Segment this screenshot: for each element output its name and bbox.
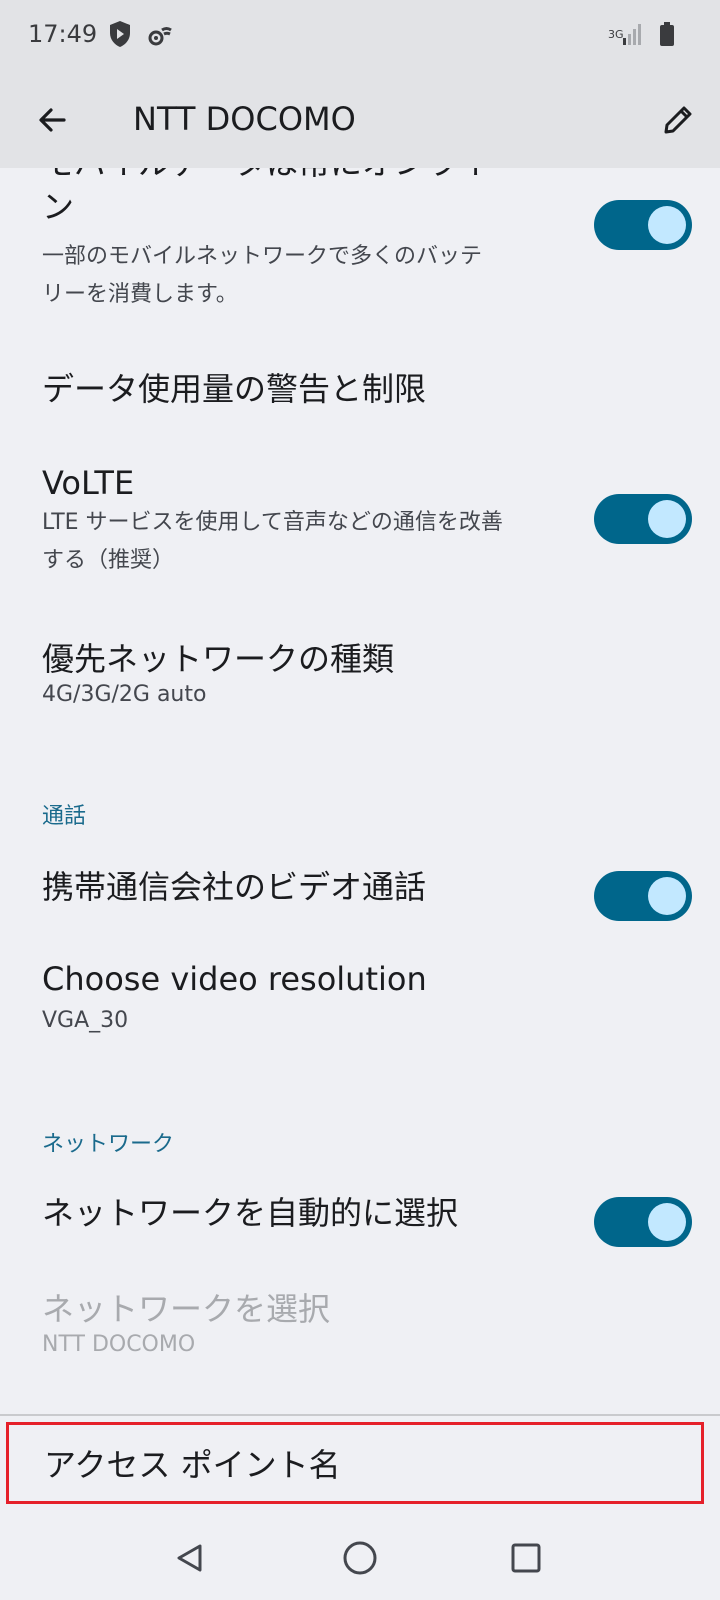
- switch-thumb: [648, 206, 686, 244]
- edit-button[interactable]: [652, 94, 704, 146]
- section-header-call: 通話: [42, 804, 87, 829]
- app-bar: NTT DOCOMO: [0, 72, 720, 168]
- battery-icon: [660, 22, 674, 50]
- nav-home-button[interactable]: [336, 1534, 384, 1582]
- auto-select-network-switch[interactable]: [594, 1197, 692, 1247]
- nav-back-button[interactable]: [166, 1534, 214, 1582]
- section-header-network: ネットワーク: [42, 1132, 175, 1157]
- switch-thumb: [648, 1203, 686, 1241]
- preferred-network-summary: 4G/3G/2G auto: [42, 682, 207, 707]
- carrier-video-call-item[interactable]: 携帯通信会社のビデオ通話: [0, 848, 720, 944]
- mobile-data-always-on-title-partial: モバイルデータは常にオンライ: [42, 168, 490, 184]
- mobile-data-always-on-summary-2: リーを消費します。: [42, 282, 238, 307]
- video-resolution-item[interactable]: Choose video resolution VGA_30: [0, 958, 720, 1048]
- pencil-icon: [664, 106, 692, 134]
- access-point-names-title: アクセス ポイント名: [44, 1446, 341, 1484]
- back-button[interactable]: [26, 94, 78, 146]
- switch-thumb: [648, 877, 686, 915]
- carrier-video-call-switch[interactable]: [594, 871, 692, 921]
- navigation-bar: [0, 1516, 720, 1600]
- settings-list[interactable]: モバイルデータは常にオンライ ン 一部のモバイルネットワークで多くのバッテ リー…: [0, 168, 720, 1516]
- video-resolution-title: Choose video resolution: [42, 960, 427, 998]
- select-network-title: ネットワークを選択: [42, 1290, 331, 1328]
- page-title: NTT DOCOMO: [133, 100, 356, 138]
- volte-item[interactable]: VoLTE LTE サービスを使用して音声などの通信を改善 する（推奨）: [0, 464, 720, 592]
- select-network-summary: NTT DOCOMO: [42, 1332, 196, 1357]
- mobile-data-always-on-item[interactable]: モバイルデータは常にオンライ ン 一部のモバイルネットワークで多くのバッテ リー…: [0, 168, 720, 312]
- access-point-names-item[interactable]: アクセス ポイント名: [0, 1416, 720, 1516]
- mobile-data-always-on-summary: 一部のモバイルネットワークで多くのバッテ: [42, 244, 483, 269]
- video-resolution-summary: VGA_30: [42, 1008, 129, 1033]
- mobile-data-always-on-title-tail: ン: [42, 188, 75, 226]
- select-network-item: ネットワークを選択 NTT DOCOMO: [0, 1282, 720, 1382]
- nav-recents-button[interactable]: [502, 1534, 550, 1582]
- arrow-back-icon: [39, 108, 66, 132]
- volte-title: VoLTE: [42, 464, 135, 502]
- mobile-data-always-on-switch[interactable]: [594, 200, 692, 250]
- recents-square-icon: [511, 1543, 541, 1573]
- carrier-video-call-title: 携帯通信会社のビデオ通話: [42, 868, 427, 906]
- shield-icon: [108, 20, 132, 52]
- data-warning-title: データ使用量の警告と制限: [42, 370, 427, 408]
- auto-select-network-title: ネットワークを自動的に選択: [42, 1194, 459, 1232]
- volte-summary: LTE サービスを使用して音声などの通信を改善: [42, 510, 503, 535]
- home-circle-icon: [343, 1541, 377, 1575]
- signal-icon: [622, 22, 644, 50]
- status-bar: 17:49 3G: [0, 0, 720, 72]
- volte-switch[interactable]: [594, 494, 692, 544]
- preferred-network-item[interactable]: 優先ネットワークの種類 4G/3G/2G auto: [0, 632, 720, 722]
- preferred-network-title: 優先ネットワークの種類: [42, 640, 395, 678]
- wifi-settings-icon: [146, 20, 174, 52]
- data-warning-item[interactable]: データ使用量の警告と制限: [0, 340, 720, 426]
- auto-select-network-item[interactable]: ネットワークを自動的に選択: [0, 1174, 720, 1270]
- status-time: 17:49: [28, 20, 98, 48]
- volte-summary-2: する（推奨）: [42, 548, 175, 573]
- back-triangle-icon: [177, 1544, 202, 1572]
- switch-thumb: [648, 500, 686, 538]
